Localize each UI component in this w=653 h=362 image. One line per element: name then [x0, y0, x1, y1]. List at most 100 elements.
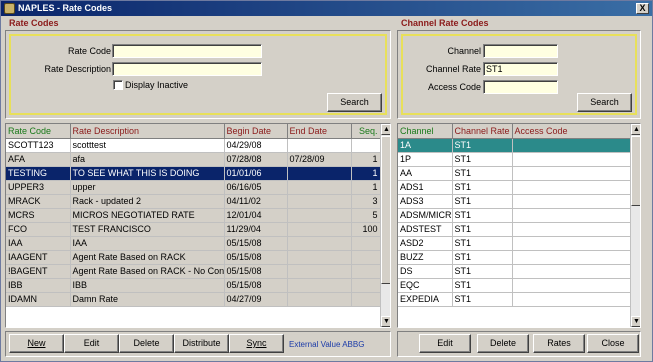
cell-seq: 1 [351, 180, 381, 195]
rate-description-input[interactable] [112, 62, 262, 76]
scroll-down-arrow-icon[interactable]: ▼ [631, 316, 640, 327]
scroll-up-arrow-icon[interactable]: ▲ [381, 124, 390, 135]
table-row[interactable]: AA ST1 [398, 166, 631, 181]
cell-end-date [287, 292, 352, 307]
table-row-selected[interactable]: 1A ST1 [398, 138, 631, 153]
cell-begin-date: 04/11/02 [224, 194, 288, 209]
cell-end-date [287, 194, 352, 209]
table-row-selected[interactable]: TESTING TO SEE WHAT THIS IS DOING 01/01/06… [6, 166, 381, 181]
cell-rate-code: !BAGENT [6, 264, 71, 279]
cell-begin-date: 05/15/08 [224, 236, 288, 251]
table-row[interactable]: IDAMN Damn Rate 04/27/09 [6, 292, 381, 307]
cell-end-date [287, 208, 352, 223]
cell-access-code [512, 152, 631, 167]
rate-codes-search-button[interactable]: Search [327, 93, 382, 112]
cell-seq [351, 278, 381, 293]
cell-rate-code: TESTING [6, 166, 71, 181]
column-header-end-date[interactable]: End Date [287, 124, 352, 139]
cell-rate-code: IAA [6, 236, 71, 251]
window-close-button[interactable]: X [636, 3, 649, 14]
table-row[interactable]: IAA IAA 05/15/08 [6, 236, 381, 251]
channel-search-panel: Channel Channel Rate ST1 Access Code Sea… [397, 30, 641, 119]
edit-button[interactable]: Edit [64, 334, 119, 353]
channel-scrollbar[interactable]: ▲ ▼ [630, 124, 640, 327]
table-row[interactable]: UPPER3 upper 06/16/05 1 [6, 180, 381, 195]
table-row[interactable]: IAAGENT Agent Rate Based on RACK 05/15/08 [6, 250, 381, 265]
table-row[interactable]: DS ST1 [398, 264, 631, 279]
table-row[interactable]: !BAGENT Agent Rate Based on RACK - No Con… [6, 264, 381, 279]
cell-end-date [287, 236, 352, 251]
channel-input[interactable] [483, 44, 558, 58]
table-row[interactable]: MRACK Rack - updated 2 04/11/02 3 [6, 194, 381, 209]
table-row[interactable]: 1P ST1 [398, 152, 631, 167]
cell-channel: 1P [398, 152, 453, 167]
channel-delete-button[interactable]: Delete [477, 334, 529, 353]
cell-begin-date: 04/27/09 [224, 292, 288, 307]
cell-channel-rate: ST1 [452, 208, 513, 223]
rate-code-input[interactable] [112, 44, 262, 58]
column-header-access-code[interactable]: Access Code [512, 124, 631, 139]
column-header-rate-code[interactable]: Rate Code [6, 124, 71, 139]
table-row[interactable]: ADS1 ST1 [398, 180, 631, 195]
rate-codes-window: NAPLES - Rate Codes X Rate Codes Rate Co… [0, 0, 653, 362]
display-inactive-checkbox[interactable] [113, 80, 123, 90]
table-row[interactable]: ADSM/MICROSST1 [398, 208, 631, 223]
column-header-seq[interactable]: Seq. [351, 124, 381, 139]
rates-button[interactable]: Rates [533, 334, 585, 353]
channel-search-button[interactable]: Search [577, 93, 632, 112]
scrollbar-thumb[interactable] [631, 136, 640, 206]
table-row[interactable]: ADS3 ST1 [398, 194, 631, 209]
scroll-up-arrow-icon[interactable]: ▲ [631, 124, 640, 135]
table-row[interactable]: EXPEDIA ST1 [398, 292, 631, 307]
cell-begin-date: 06/16/05 [224, 180, 288, 195]
cell-rate-description: upper [70, 180, 225, 195]
column-header-begin-date[interactable]: Begin Date [224, 124, 288, 139]
sync-button[interactable]: Sync [229, 334, 284, 353]
cell-channel-rate: ST1 [452, 292, 513, 307]
cell-rate-description: IAA [70, 236, 225, 251]
rate-codes-button-bar: New Edit Delete Distribute Sync External… [5, 331, 391, 357]
channel-criteria-box: Channel Channel Rate ST1 Access Code Sea… [401, 34, 637, 115]
cell-access-code [512, 250, 631, 265]
rate-codes-search-panel: Rate Code Rate Description Display Inact… [5, 30, 391, 119]
table-row[interactable]: FCO TEST FRANCISCO 11/29/04 100 [6, 222, 381, 237]
display-inactive-label: Display Inactive [125, 80, 189, 90]
table-row[interactable]: IBB IBB 05/15/08 [6, 278, 381, 293]
distribute-button[interactable]: Distribute [174, 334, 229, 353]
cell-rate-description: Rack - updated 2 [70, 194, 225, 209]
access-code-input[interactable] [483, 80, 558, 94]
cell-end-date [287, 222, 352, 237]
table-row[interactable]: ADSTEST ST1 [398, 222, 631, 237]
sync-button-label: Sync [246, 338, 267, 348]
cell-rate-description: scotttest [70, 138, 225, 153]
delete-button[interactable]: Delete [119, 334, 174, 353]
table-row[interactable]: AFA afa 07/28/08 07/28/09 1 [6, 152, 381, 167]
scroll-down-arrow-icon[interactable]: ▼ [381, 316, 390, 327]
rate-codes-scrollbar[interactable]: ▲ ▼ [380, 124, 390, 327]
close-button[interactable]: Close [587, 334, 639, 353]
table-row[interactable]: MCRS MICROS NEGOTIATED RATE 12/01/04 5 [6, 208, 381, 223]
channel-rate-input[interactable]: ST1 [483, 62, 558, 76]
column-header-channel-rate[interactable]: Channel Rate [452, 124, 513, 139]
channel-rate-label: Channel Rate [425, 64, 481, 74]
table-row[interactable]: EQC ST1 [398, 278, 631, 293]
table-row[interactable]: SCOTT123 scotttest 04/29/08 [6, 138, 381, 153]
table-row[interactable]: ASD2 ST1 [398, 236, 631, 251]
cell-end-date [287, 180, 352, 195]
cell-rate-description: Agent Rate Based on RACK [70, 250, 225, 265]
channel-edit-button[interactable]: Edit [419, 334, 471, 353]
cell-rate-code: IAAGENT [6, 250, 71, 265]
cell-end-date [287, 250, 352, 265]
channel-button-bar: Edit Delete Rates Close [397, 331, 641, 357]
scrollbar-thumb[interactable] [381, 136, 390, 284]
cell-end-date [287, 278, 352, 293]
column-header-rate-description[interactable]: Rate Description [70, 124, 225, 139]
table-row[interactable]: BUZZ ST1 [398, 250, 631, 265]
cell-channel: ADS1 [398, 180, 453, 195]
cell-seq [351, 236, 381, 251]
cell-rate-code: IDAMN [6, 292, 71, 307]
cell-access-code [512, 180, 631, 195]
new-button[interactable]: New [9, 334, 64, 353]
cell-begin-date: 05/15/08 [224, 250, 288, 265]
column-header-channel[interactable]: Channel [398, 124, 453, 139]
